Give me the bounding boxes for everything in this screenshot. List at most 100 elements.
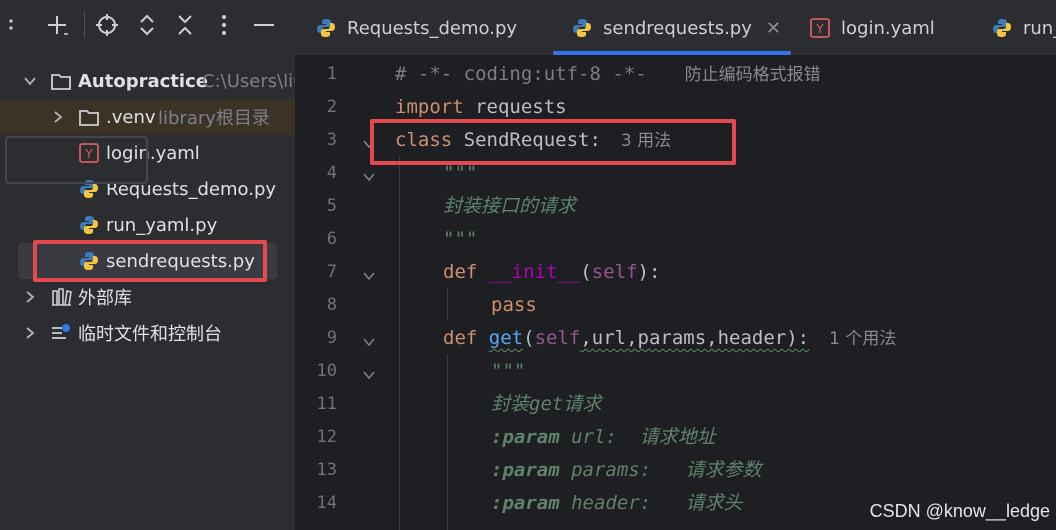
python-icon	[317, 19, 335, 37]
line-number: 9	[326, 328, 337, 348]
venv-label: .venv	[106, 106, 156, 128]
code-text: requests	[463, 96, 567, 118]
indent-guide	[447, 354, 448, 530]
fold-icon[interactable]	[361, 268, 377, 284]
chevron-right-icon[interactable]	[50, 109, 66, 125]
indent-guide	[447, 288, 448, 321]
line-number: 5	[326, 196, 337, 216]
code-line-6: """	[443, 228, 478, 250]
active-tab-indicator	[553, 51, 791, 55]
function-name: __init__	[488, 261, 581, 283]
self-param: self	[534, 327, 581, 349]
scratches-label: 临时文件和控制台	[78, 324, 222, 345]
scratches-icon	[52, 324, 70, 339]
line-number: 1	[326, 64, 337, 84]
keyword: def	[443, 327, 478, 349]
python-icon	[993, 19, 1011, 37]
code-line-13: :param params: 请求参数	[491, 454, 761, 487]
comment: # -*- coding:utf-8 -*-	[395, 63, 647, 85]
drag-handle-icon[interactable]	[0, 10, 22, 40]
self-param: self	[591, 261, 638, 283]
usage-hint[interactable]: 1 个用法	[829, 329, 896, 349]
doc-text: get	[529, 393, 564, 415]
root-folder-label: Autopractice	[78, 70, 208, 92]
code-line-1: # -*- coding:utf-8 -*- 防止编码格式报错	[395, 58, 821, 91]
line-number: 3	[326, 130, 337, 150]
doc-text: 请求	[563, 393, 602, 415]
folder-icon	[79, 110, 99, 126]
tab-label: run_	[1023, 17, 1056, 39]
root-path-hint: C:\Users\liu	[202, 70, 295, 92]
editor-tab-bar: Requests_demo.py sendrequests.py ✕ Y log…	[295, 0, 1056, 56]
external-libs-label: 外部库	[78, 288, 132, 309]
tree-item-run-yaml[interactable]: run_yaml.py	[0, 207, 295, 243]
doc-param-name: header:	[559, 492, 652, 514]
doc-param-name: url:	[559, 426, 617, 448]
tree-item-scratches[interactable]: 临时文件和控制台	[0, 315, 295, 351]
tab-label: login.yaml	[841, 17, 935, 39]
code-line-7: def __init__(self):	[443, 256, 660, 289]
tree-item-root[interactable]: Autopractice C:\Users\liu	[0, 63, 295, 99]
doc-param-tag: :param	[491, 492, 560, 514]
locate-icon[interactable]	[92, 10, 122, 40]
fold-icon[interactable]	[361, 334, 377, 350]
line-number: 10	[316, 361, 337, 381]
line-number: 4	[326, 163, 337, 183]
line-number: 6	[326, 229, 337, 249]
comment-note: 防止编码格式报错	[684, 65, 821, 85]
tab-label: Requests_demo.py	[347, 17, 518, 39]
toolbar-divider	[84, 12, 85, 38]
tab-sendrequests[interactable]: sendrequests.py ✕	[571, 0, 781, 56]
tab-requests-demo[interactable]: Requests_demo.py	[315, 0, 517, 56]
chevron-right-icon[interactable]	[22, 289, 38, 305]
doc-param-tag: :param	[491, 426, 560, 448]
doc-param-desc: 请求头	[651, 492, 743, 514]
collapse-all-icon[interactable]	[170, 10, 200, 40]
tab-login-yaml[interactable]: Y login.yaml	[809, 0, 935, 56]
close-icon[interactable]: ✕	[766, 18, 781, 39]
code-line-9: def get(self,url,params,header): 1 个用法	[443, 322, 896, 355]
more-options-icon[interactable]	[209, 10, 239, 40]
doc-param-desc: 请求地址	[616, 426, 716, 448]
tree-item-external-libraries[interactable]: 外部库	[0, 279, 295, 315]
doc-param-tag: :param	[491, 459, 560, 481]
plus-icon[interactable]	[42, 10, 72, 40]
code-line-12: :param url: 请求地址	[491, 421, 716, 454]
params: ,url,params,header):	[580, 327, 810, 349]
tab-run-yaml[interactable]: run_	[991, 0, 1056, 56]
tree-item-venv[interactable]: .venv library根目录	[0, 99, 295, 135]
chevron-down-icon[interactable]	[22, 73, 38, 89]
line-number: 11	[316, 394, 337, 414]
doc-param-desc: 请求参数	[651, 459, 762, 481]
line-number: 2	[326, 97, 337, 117]
code-line-8: pass	[491, 294, 537, 316]
file-label: run_yaml.py	[106, 214, 218, 236]
venv-hint: library根目录	[158, 108, 270, 129]
paren: (	[523, 327, 535, 349]
yaml-icon: Y	[810, 18, 830, 38]
doc-param-name: params:	[559, 459, 652, 481]
line-number: 14	[316, 493, 337, 513]
fold-icon[interactable]	[361, 169, 377, 185]
paren: ):	[637, 261, 661, 283]
line-number: 13	[316, 460, 337, 480]
project-toolbar	[0, 0, 295, 52]
folder-icon	[51, 74, 71, 90]
line-number: 7	[326, 262, 337, 282]
function-name: get	[488, 327, 524, 349]
code-line-11: 封装get请求	[491, 388, 601, 421]
hide-panel-icon[interactable]	[249, 10, 279, 40]
expand-all-icon[interactable]	[132, 10, 162, 40]
indent-guide	[399, 156, 400, 530]
chevron-right-icon[interactable]	[22, 325, 38, 341]
library-icon	[52, 288, 72, 306]
line-number: 8	[326, 295, 337, 315]
red-highlight-box	[33, 240, 267, 282]
fold-icon[interactable]	[361, 367, 377, 383]
doc-text: 封装	[491, 393, 530, 415]
code-line-10: """	[491, 360, 526, 382]
red-highlight-box	[370, 119, 736, 165]
keyword: import	[395, 96, 464, 118]
python-icon	[80, 216, 98, 234]
code-line-5: 封装接口的请求	[443, 195, 577, 217]
